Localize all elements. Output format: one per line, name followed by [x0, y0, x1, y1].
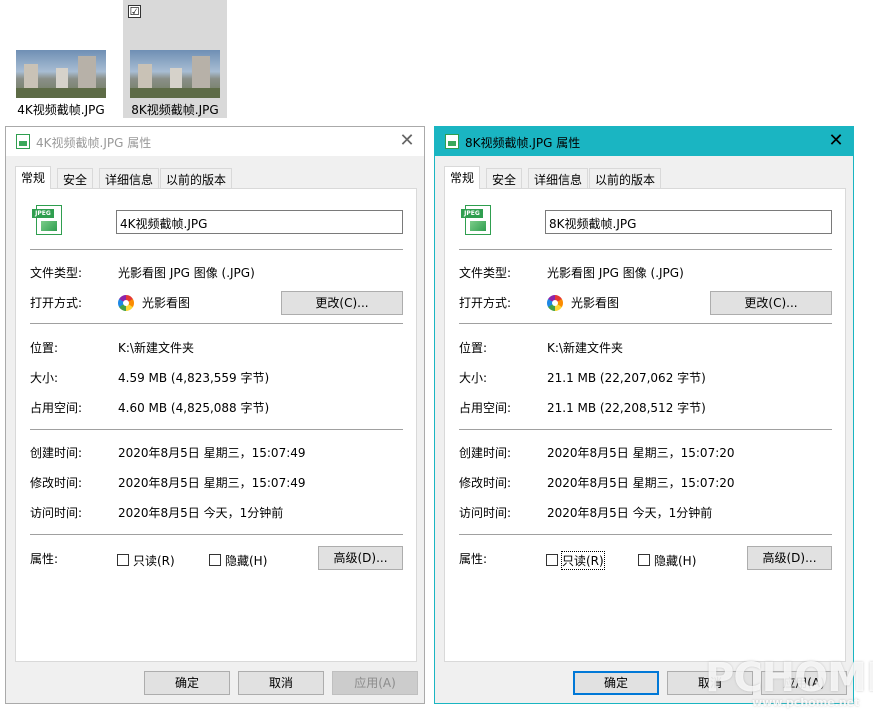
created-value: 2020年8月5日 星期三，15:07:49 [118, 446, 306, 460]
modified-value: 2020年8月5日 星期三，15:07:20 [547, 476, 735, 490]
tab-general[interactable]: 常规 [15, 166, 52, 189]
image-thumbnail [130, 50, 220, 98]
tab-previous-versions[interactable]: 以前的版本 [160, 168, 233, 188]
tab-security[interactable]: 安全 [486, 168, 523, 188]
opens-with-value: 光影看图 [142, 296, 191, 310]
disk-size-value: 4.60 MB (4,825,088 字节) [118, 401, 270, 415]
disk-size-label: 占用空间: [30, 401, 83, 415]
hidden-checkbox[interactable] [209, 554, 221, 566]
file-type-value: 光影看图 JPG 图像 (.JPG) [547, 266, 684, 280]
window-title: 4K视频截帧.JPG 属性 [36, 136, 152, 150]
modified-label: 修改时间: [459, 476, 512, 490]
file-type-label: 文件类型: [30, 266, 83, 280]
modified-value: 2020年8月5日 星期三，15:07:49 [118, 476, 306, 490]
file-type-label: 文件类型: [459, 266, 512, 280]
readonly-checkbox[interactable] [546, 554, 558, 566]
size-value: 4.59 MB (4,823,559 字节) [118, 371, 270, 385]
image-thumbnail [16, 50, 106, 98]
file-name-label: 8K视频截帧.JPG [131, 103, 219, 117]
file-thumbnail-8k[interactable]: ☑ 8K视频截帧.JPG [123, 0, 227, 118]
location-value: K:\新建文件夹 [547, 341, 623, 355]
general-panel: JPEG 8K视频截帧.JPG 文件类型: 光影看图 JPG 图像 (.JPG)… [444, 188, 846, 662]
close-icon[interactable]: ✕ [825, 130, 847, 152]
tab-details[interactable]: 详细信息 [528, 168, 589, 188]
divider [459, 534, 832, 535]
change-button[interactable]: 更改(C)... [281, 291, 403, 315]
selection-checkbox[interactable]: ☑ [128, 5, 141, 18]
tab-security[interactable]: 安全 [57, 168, 94, 188]
accessed-label: 访问时间: [459, 506, 512, 520]
disk-size-label: 占用空间: [459, 401, 512, 415]
title-bar[interactable]: 8K视频截帧.JPG 属性 ✕ [435, 127, 853, 156]
apply-button[interactable]: 应用(A) [332, 671, 418, 695]
divider [30, 249, 403, 250]
ok-button[interactable]: 确定 [573, 671, 659, 695]
location-value: K:\新建文件夹 [118, 341, 194, 355]
filename-input[interactable]: 4K视频截帧.JPG [116, 210, 403, 234]
jpeg-file-icon [445, 134, 459, 149]
file-thumbnail-4k[interactable]: 4K视频截帧.JPG [9, 0, 113, 118]
window-title: 8K视频截帧.JPG 属性 [465, 136, 581, 150]
disk-size-value: 21.1 MB (22,208,512 字节) [547, 401, 706, 415]
cancel-button[interactable]: 取消 [238, 671, 324, 695]
readonly-label[interactable]: 只读(R) [133, 552, 175, 569]
divider [30, 534, 403, 535]
tab-previous-versions[interactable]: 以前的版本 [589, 168, 662, 188]
accessed-value: 2020年8月5日 今天，1分钟前 [118, 506, 284, 520]
size-label: 大小: [30, 371, 59, 385]
viewer-app-icon [547, 295, 563, 311]
created-label: 创建时间: [459, 446, 512, 460]
divider [30, 429, 403, 430]
file-type-value: 光影看图 JPG 图像 (.JPG) [118, 266, 255, 280]
watermark-logo: PCHOME [705, 655, 873, 701]
opens-with-label: 打开方式: [30, 296, 83, 310]
readonly-checkbox[interactable] [117, 554, 129, 566]
modified-label: 修改时间: [30, 476, 83, 490]
attributes-label: 属性: [459, 552, 488, 566]
title-bar[interactable]: 4K视频截帧.JPG 属性 ✕ [6, 127, 424, 156]
jpeg-file-icon: JPEG [461, 205, 491, 235]
jpeg-file-icon: JPEG [32, 205, 62, 235]
location-label: 位置: [459, 341, 488, 355]
properties-dialog-8k: 8K视频截帧.JPG 属性 ✕ 常规 安全 详细信息 以前的版本 JPEG 8K… [434, 126, 854, 704]
tab-general[interactable]: 常规 [444, 166, 481, 189]
advanced-button[interactable]: 高级(D)... [318, 546, 403, 570]
accessed-label: 访问时间: [30, 506, 83, 520]
file-name-label: 4K视频截帧.JPG [17, 103, 105, 117]
opens-with-label: 打开方式: [459, 296, 512, 310]
filename-input[interactable]: 8K视频截帧.JPG [545, 210, 832, 234]
divider [459, 429, 832, 430]
location-label: 位置: [30, 341, 59, 355]
hidden-label[interactable]: 隐藏(H) [225, 552, 267, 569]
jpeg-file-icon [16, 134, 30, 149]
watermark-url: www.pchome.net [752, 696, 860, 709]
hidden-checkbox[interactable] [638, 554, 650, 566]
opens-with-value: 光影看图 [571, 296, 620, 310]
close-icon[interactable]: ✕ [396, 130, 418, 152]
divider [459, 249, 832, 250]
ok-button[interactable]: 确定 [144, 671, 230, 695]
viewer-app-icon [118, 295, 134, 311]
created-label: 创建时间: [30, 446, 83, 460]
general-panel: JPEG 4K视频截帧.JPG 文件类型: 光影看图 JPG 图像 (.JPG)… [15, 188, 417, 662]
change-button[interactable]: 更改(C)... [710, 291, 832, 315]
hidden-label[interactable]: 隐藏(H) [654, 552, 696, 569]
attributes-label: 属性: [30, 552, 59, 566]
properties-dialog-4k: 4K视频截帧.JPG 属性 ✕ 常规 安全 详细信息 以前的版本 JPEG 4K… [5, 126, 425, 704]
tab-details[interactable]: 详细信息 [99, 168, 160, 188]
size-label: 大小: [459, 371, 488, 385]
divider [30, 323, 403, 324]
readonly-label[interactable]: 只读(R) [561, 551, 605, 570]
accessed-value: 2020年8月5日 今天，1分钟前 [547, 506, 713, 520]
size-value: 21.1 MB (22,207,062 字节) [547, 371, 706, 385]
divider [459, 323, 832, 324]
advanced-button[interactable]: 高级(D)... [747, 546, 832, 570]
created-value: 2020年8月5日 星期三，15:07:20 [547, 446, 735, 460]
